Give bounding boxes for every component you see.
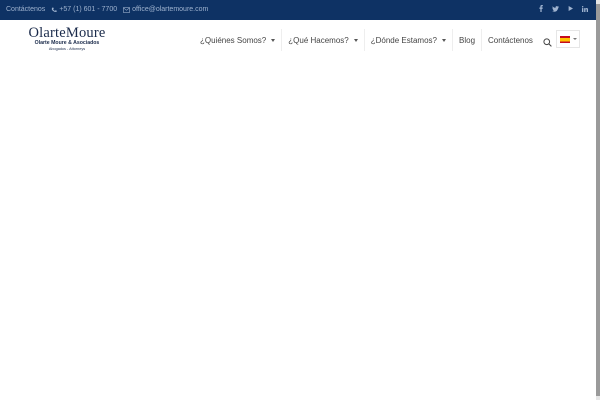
envelope-icon <box>123 6 131 13</box>
nav-divider <box>281 29 283 51</box>
caret-down-icon <box>572 38 577 40</box>
caret-down-icon <box>442 38 446 42</box>
logo-subtitle: Olarte Moure & Asociados <box>34 40 100 46</box>
phone-number: +57 (1) 601 - 7700 <box>59 6 118 13</box>
logo-tagline: Abogados - Attorneys <box>48 47 86 51</box>
caret-down-icon <box>271 38 276 42</box>
nav-item-label: ¿Quiénes Somos? <box>200 35 267 45</box>
facebook-icon[interactable] <box>539 5 543 12</box>
email-link[interactable]: office@olartemoure.com <box>123 6 208 13</box>
phone-link[interactable]: +57 (1) 601 - 7700 <box>51 6 117 13</box>
logo-name: OlarteMoure <box>28 25 106 41</box>
site-header: OlarteMoure Olarte Moure & Asociados Abo… <box>0 20 600 60</box>
top-contact-info: Contáctenos +57 (1) 601 - 7700 office@ol… <box>6 6 214 13</box>
linkedin-icon[interactable] <box>582 5 588 12</box>
nav-item-blog[interactable]: Blog <box>459 20 475 60</box>
nav-divider <box>481 29 483 51</box>
search-icon[interactable] <box>543 34 552 52</box>
nav-divider <box>452 29 453 51</box>
twitter-icon[interactable] <box>552 5 559 12</box>
nav-item-contactenos[interactable]: Contáctenos <box>488 20 533 60</box>
scrollbar-thumb[interactable] <box>596 4 600 396</box>
nav-item-donde-estamos[interactable]: ¿Dónde Estamos? <box>371 20 446 60</box>
email-address: office@olartemoure.com <box>132 6 209 13</box>
nav-item-label: ¿Dónde Estamos? <box>370 35 437 45</box>
nav-item-label: Contáctenos <box>488 35 533 45</box>
nav-item-label: ¿Qué Hacemos? <box>288 35 349 45</box>
social-links <box>530 5 588 12</box>
site-logo[interactable]: OlarteMoure Olarte Moure & Asociados Abo… <box>16 25 118 53</box>
nav-item-que-hacemos[interactable]: ¿Qué Hacemos? <box>288 20 358 60</box>
nav-divider <box>363 29 365 51</box>
contact-link[interactable]: Contáctenos <box>6 6 45 13</box>
page-content <box>0 60 596 400</box>
nav-item-label: Blog <box>459 35 476 45</box>
main-nav: ¿Quiénes Somos? ¿Qué Hacemos? ¿Dónde Est… <box>200 20 533 60</box>
youtube-icon[interactable] <box>568 6 573 11</box>
scrollbar[interactable] <box>596 0 600 400</box>
spain-flag-icon <box>559 35 570 43</box>
contact-link-label: Contáctenos <box>6 6 46 13</box>
top-bar: Contáctenos +57 (1) 601 - 7700 office@ol… <box>0 0 600 20</box>
caret-down-icon <box>353 38 358 42</box>
phone-icon <box>52 7 58 12</box>
language-selector[interactable] <box>556 30 580 48</box>
nav-item-quienes-somos[interactable]: ¿Quiénes Somos? <box>200 20 276 60</box>
